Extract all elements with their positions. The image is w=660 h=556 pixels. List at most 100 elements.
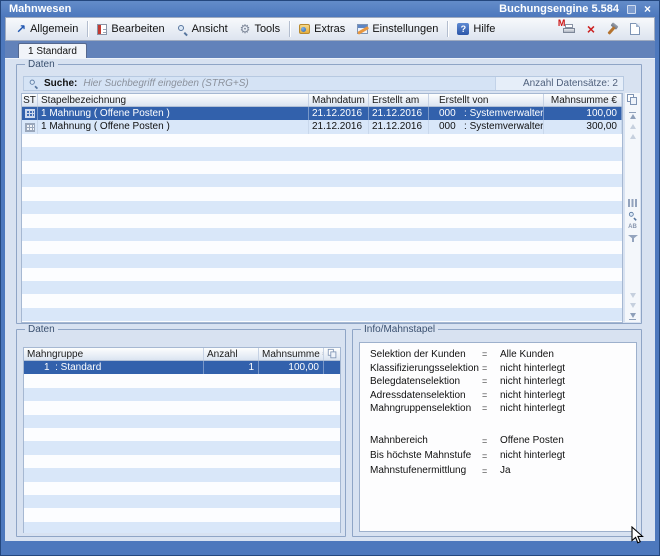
copy-icon[interactable]	[327, 349, 336, 359]
menu-tools[interactable]: ⚙ Tools	[234, 20, 286, 38]
column-header-anzahl[interactable]: Anzahl	[204, 348, 259, 360]
info-key: Bis höchste Mahnstufe	[370, 449, 482, 464]
mahngruppe-row-selected[interactable]: 1 : Standard 1 100,00	[24, 361, 340, 374]
content-area: Daten Suche: Hier Suchbegriff eingeben (…	[5, 58, 655, 541]
cell-stapelbezeichnung: 1 Mahnung ( Offene Posten )	[38, 120, 309, 133]
restore-icon[interactable]	[627, 5, 636, 14]
empty-grid-row	[22, 241, 622, 254]
group-info-label: Info/Mahnstapel	[361, 324, 438, 335]
print-dunning-icon[interactable]: M	[562, 23, 576, 35]
scroll-down-icon[interactable]	[630, 293, 636, 298]
info-value: Alle Kunden	[500, 348, 636, 362]
group-daten-batches: Daten Suche: Hier Suchbegriff eingeben (…	[16, 64, 642, 324]
empty-grid-row	[22, 174, 622, 187]
magnifier-icon	[177, 24, 188, 35]
info-row: Mahngruppenselektion = nicht hinterlegt	[370, 402, 636, 416]
menu-einstellungen-label: Einstellungen	[372, 23, 438, 35]
info-panel: Selektion der Kunden = Alle Kunden Klass…	[359, 342, 637, 532]
info-key: Mahngruppenselektion	[370, 402, 482, 416]
menu-separator	[447, 21, 448, 37]
menu-bearbeiten[interactable]: Bearbeiten	[91, 20, 170, 38]
batch-table-header: ST Stapelbezeichnung Mahndatum Erstellt …	[22, 94, 622, 107]
cell-stapelbezeichnung: 1 Mahnung ( Offene Posten )	[38, 107, 309, 120]
cell-mahnsumme: 300,00	[544, 120, 622, 133]
batch-table-body: 1 Mahnung ( Offene Posten ) 21.12.2016 2…	[22, 107, 622, 322]
page-down-icon[interactable]	[630, 303, 636, 308]
column-header-stapelbezeichnung[interactable]: Stapelbezeichnung	[38, 94, 309, 106]
search-bar[interactable]: Suche: Hier Suchbegriff eingeben (STRG+S…	[23, 76, 624, 91]
info-separator: =	[482, 375, 500, 389]
empty-grid-row	[22, 161, 622, 174]
column-header-mahndatum[interactable]: Mahndatum	[309, 94, 369, 106]
close-button[interactable]: ×	[644, 4, 651, 14]
menu-ansicht[interactable]: Ansicht	[171, 20, 234, 38]
empty-grid-row	[22, 134, 622, 147]
info-value: Ja	[500, 464, 636, 479]
tab-standard[interactable]: 1 Standard	[18, 43, 87, 58]
empty-grid-row	[22, 214, 622, 227]
columns-icon[interactable]	[628, 199, 637, 207]
help-icon: ?	[457, 23, 469, 35]
cell-mahndatum: 21.12.2016	[309, 107, 369, 120]
toolbar-actions: M ×	[562, 23, 650, 36]
sort-icon[interactable]: AB	[628, 224, 637, 231]
cell-mahndatum: 21.12.2016	[309, 120, 369, 133]
page-up-icon[interactable]	[630, 124, 636, 129]
empty-grid-row	[24, 401, 340, 414]
column-header-erstellt-von[interactable]: Erstellt von	[429, 94, 544, 106]
info-separator: =	[482, 348, 500, 362]
empty-grid-row	[22, 308, 622, 321]
empty-grid-row	[24, 468, 340, 481]
menu-allgemein[interactable]: ↗ Allgemein	[10, 20, 84, 38]
empty-grid-row	[22, 187, 622, 200]
info-row: Belegdatenselektion = nicht hinterlegt	[370, 375, 636, 389]
info-key: Selektion der Kunden	[370, 348, 482, 362]
cell-erstellt-von: 000 : Systemverwalter	[429, 120, 544, 133]
info-value: nicht hinterlegt	[500, 389, 636, 403]
column-header-st[interactable]: ST	[22, 94, 38, 106]
hammer-icon[interactable]	[606, 23, 619, 36]
info-key: Belegdatenselektion	[370, 375, 482, 389]
scroll-last-icon[interactable]	[629, 313, 636, 320]
column-header-erstellt-am[interactable]: Erstellt am	[369, 94, 429, 106]
menu-separator	[87, 21, 88, 37]
app-version: Buchungsengine 5.584	[499, 3, 619, 15]
column-header-mahnsumme[interactable]: Mahnsumme €	[544, 94, 622, 106]
delete-icon[interactable]: ×	[587, 23, 595, 35]
search-icon	[29, 79, 38, 88]
info-separator: =	[482, 464, 500, 479]
cell-st	[22, 107, 38, 120]
empty-grid-row	[22, 228, 622, 241]
info-separator: =	[482, 389, 500, 403]
empty-grid-row	[22, 281, 622, 294]
empty-grid-row	[24, 388, 340, 401]
scroll-first-icon[interactable]	[629, 112, 636, 119]
batch-row-selected[interactable]: 1 Mahnung ( Offene Posten ) 21.12.2016 2…	[22, 107, 622, 120]
empty-grid-row	[22, 294, 622, 307]
info-row: Mahnstufenermittlung = Ja	[370, 464, 636, 479]
title-bar: Mahnwesen Buchungsengine 5.584 ×	[1, 1, 659, 17]
settings-wrench-icon	[357, 24, 368, 34]
filter-icon[interactable]	[628, 234, 638, 243]
edit-journal-icon	[97, 24, 107, 35]
scroll-up-icon[interactable]	[630, 134, 636, 139]
menu-hilfe[interactable]: ? Hilfe	[451, 20, 501, 38]
copy-icon[interactable]	[627, 94, 638, 106]
group-daten-label: Daten	[25, 324, 58, 335]
empty-grid-row	[24, 428, 340, 441]
menu-extras[interactable]: Extras	[293, 20, 351, 38]
info-row: Klassifizierungsselektion = nicht hinter…	[370, 362, 636, 376]
column-header-mahnsumme[interactable]: Mahnsumme €	[259, 348, 324, 360]
empty-grid-row	[24, 508, 340, 521]
new-document-icon[interactable]	[630, 23, 640, 35]
batch-grid-icon	[25, 123, 35, 132]
mahngruppe-table-body: 1 : Standard 1 100,00	[24, 361, 340, 533]
grid-search-icon[interactable]	[628, 211, 637, 220]
column-header-actions	[324, 348, 340, 360]
menu-einstellungen[interactable]: Einstellungen	[351, 20, 444, 38]
info-key: Klassifizierungsselektion	[370, 362, 482, 376]
batch-row[interactable]: 1 Mahnung ( Offene Posten ) 21.12.2016 2…	[22, 120, 622, 133]
empty-grid-row	[22, 254, 622, 267]
column-header-mahngruppe[interactable]: Mahngruppe	[24, 348, 204, 360]
info-row: Mahnbereich = Offene Posten	[370, 434, 636, 449]
